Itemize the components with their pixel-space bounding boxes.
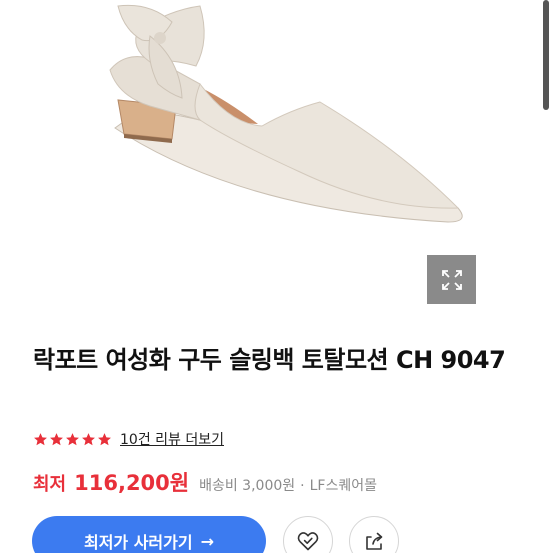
star-rating bbox=[33, 432, 112, 447]
heart-check-icon bbox=[297, 532, 319, 551]
price-label: 최저 bbox=[33, 474, 67, 495]
star-icon bbox=[82, 432, 95, 445]
expand-button[interactable] bbox=[427, 255, 476, 304]
share-button[interactable] bbox=[349, 516, 399, 553]
separator-dot: · bbox=[300, 478, 305, 494]
share-icon bbox=[366, 532, 383, 550]
buy-lowest-price-button[interactable]: 최저가 사러가기 → bbox=[32, 516, 266, 553]
price-row: 최저 116,200원 배송비 3,000원 · LF스퀘어몰 bbox=[33, 467, 377, 497]
expand-icon bbox=[441, 269, 462, 290]
star-icon bbox=[34, 432, 47, 445]
review-link[interactable]: 10건 리뷰 더보기 bbox=[120, 429, 224, 449]
star-icon bbox=[66, 432, 79, 445]
scrollbar[interactable] bbox=[543, 0, 549, 110]
arrow-right-icon: → bbox=[200, 531, 215, 551]
product-title: 락포트 여성화 구두 슬링백 토탈모션 CH 9047 bbox=[33, 346, 506, 374]
star-icon bbox=[50, 432, 63, 445]
star-icon bbox=[98, 432, 111, 445]
buy-button-label: 최저가 사러가기 bbox=[83, 533, 193, 552]
rating-row: 10건 리뷰 더보기 bbox=[33, 429, 224, 449]
shipping-fee: 배송비 3,000원 bbox=[199, 478, 296, 494]
product-image-area bbox=[0, 0, 553, 318]
store-name[interactable]: LF스퀘어몰 bbox=[310, 475, 377, 495]
lowest-price: 116,200원 bbox=[74, 471, 190, 495]
wishlist-button[interactable] bbox=[283, 516, 333, 553]
